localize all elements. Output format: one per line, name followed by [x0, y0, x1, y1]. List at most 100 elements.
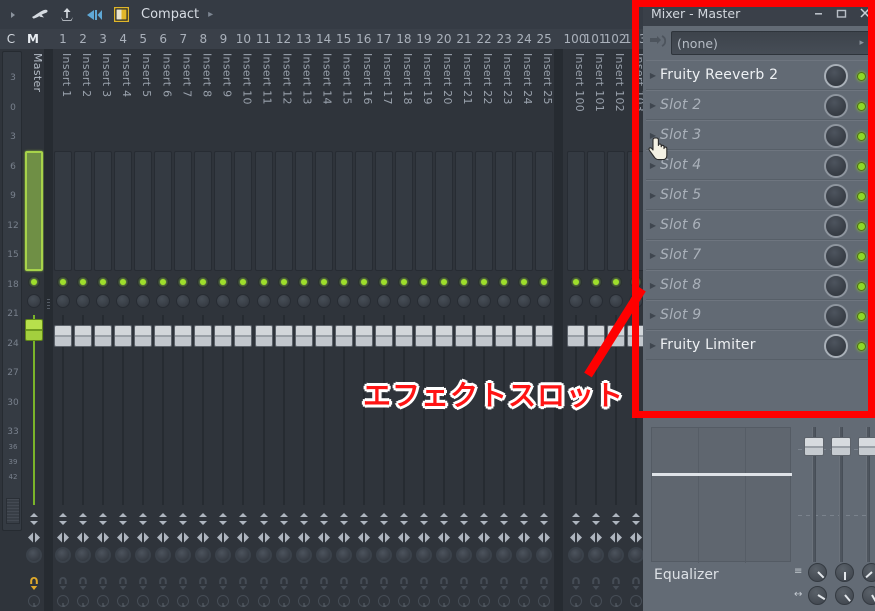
channel-fader-handle[interactable]	[434, 325, 453, 347]
channel-enable-led[interactable]	[570, 276, 582, 288]
mixer-channel[interactable]: Insert 14	[314, 51, 334, 611]
channel-updown-arrows-icon[interactable]	[358, 511, 370, 525]
channel-fader-handle[interactable]	[94, 325, 113, 347]
channel-fader-handle[interactable]	[54, 325, 72, 347]
channel-pan-arrows-icon[interactable]	[609, 529, 623, 543]
channel-updown-arrows-icon[interactable]	[278, 511, 290, 525]
channel-updown-arrows-icon[interactable]	[28, 511, 40, 525]
mixer-channel[interactable]: Insert 20	[434, 51, 454, 611]
channel-small-knob[interactable]	[589, 294, 604, 308]
mixer-channel[interactable]: Insert 2	[73, 51, 93, 611]
channel-route-arrow-icon[interactable]	[318, 576, 330, 590]
effect-slot-row[interactable]: ▶ Slot 6	[646, 210, 872, 240]
slot-enable-led[interactable]	[857, 192, 866, 201]
preset-select[interactable]: (none) ▸	[671, 31, 870, 55]
bird-icon[interactable]	[31, 6, 49, 24]
eq-bandwidth-knob[interactable]	[808, 586, 827, 605]
channel-phase-icon[interactable]	[590, 595, 603, 607]
channel-small-knob[interactable]	[216, 294, 231, 308]
channel-small-knob[interactable]	[609, 294, 624, 308]
channel-route-arrow-icon[interactable]	[518, 576, 530, 590]
channel-pan-knob[interactable]	[476, 547, 493, 563]
channel-small-knob[interactable]	[156, 294, 171, 308]
channel-pan-knob[interactable]	[335, 547, 352, 563]
channel-phase-icon[interactable]	[77, 595, 90, 607]
channel-pan-arrows-icon[interactable]	[176, 529, 190, 543]
channel-pan-arrows-icon[interactable]	[277, 529, 291, 543]
slot-expand-triangle-icon[interactable]: ▶	[646, 281, 660, 290]
channel-enable-led[interactable]	[217, 276, 230, 288]
channel-route-arrow-icon[interactable]	[217, 576, 229, 590]
channel-fader-handle[interactable]	[394, 325, 413, 347]
channel-route-arrow-icon[interactable]	[197, 576, 209, 590]
channel-small-knob[interactable]	[96, 294, 111, 308]
channel-updown-arrows-icon[interactable]	[117, 511, 129, 525]
channel-fader-handle[interactable]	[134, 325, 153, 347]
channel-small-knob[interactable]	[76, 294, 91, 308]
channel-phase-icon[interactable]	[417, 595, 430, 607]
channel-pan-knob[interactable]	[255, 547, 272, 563]
channel-enable-led[interactable]	[458, 276, 470, 288]
eq-frequency-knob[interactable]	[835, 563, 854, 582]
channel-fader-handle[interactable]	[567, 325, 585, 347]
channel-fader-handle[interactable]	[25, 319, 43, 341]
channel-updown-arrows-icon[interactable]	[478, 511, 490, 525]
channel-small-knob[interactable]	[356, 294, 371, 308]
channel-updown-arrows-icon[interactable]	[518, 511, 530, 525]
channel-pan-arrows-icon[interactable]	[116, 529, 130, 543]
channel-phase-icon[interactable]	[177, 595, 190, 607]
channel-small-knob[interactable]	[27, 294, 41, 308]
channel-phase-icon[interactable]	[570, 595, 582, 607]
slot-mix-knob[interactable]	[824, 124, 848, 148]
channel-enable-led[interactable]	[297, 276, 310, 288]
channel-route-arrow-icon[interactable]	[278, 576, 290, 590]
channel-updown-arrows-icon[interactable]	[77, 511, 89, 525]
channel-small-knob[interactable]	[56, 294, 70, 308]
channel-enable-led[interactable]	[117, 276, 130, 288]
channel-phase-icon[interactable]	[478, 595, 491, 607]
slot-mix-knob[interactable]	[824, 244, 848, 268]
channel-fader-handle[interactable]	[234, 325, 253, 347]
channel-enable-led[interactable]	[137, 276, 150, 288]
mixer-channel[interactable]: Insert 10	[233, 51, 253, 611]
channel-pan-knob[interactable]	[275, 547, 292, 563]
channel-pan-arrows-icon[interactable]	[457, 529, 471, 543]
channel-phase-icon[interactable]	[57, 595, 69, 607]
channel-route-arrow-icon[interactable]	[117, 576, 129, 590]
channel-pan-arrows-icon[interactable]	[517, 529, 531, 543]
channel-updown-arrows-icon[interactable]	[630, 511, 642, 525]
channel-small-knob[interactable]	[569, 294, 583, 308]
channel-phase-icon[interactable]	[137, 595, 150, 607]
slot-mix-knob[interactable]	[824, 214, 848, 238]
effect-slot-row[interactable]: ▶ Fruity Limiter	[646, 330, 872, 360]
channel-updown-arrows-icon[interactable]	[157, 511, 169, 525]
slot-expand-triangle-icon[interactable]: ▶	[646, 101, 660, 110]
channel-pan-knob[interactable]	[215, 547, 232, 563]
channel-small-knob[interactable]	[136, 294, 151, 308]
mixer-channel[interactable]: Insert 17	[374, 51, 394, 611]
slot-expand-triangle-icon[interactable]: ▶	[646, 341, 660, 350]
channel-updown-arrows-icon[interactable]	[338, 511, 350, 525]
eq-bandwidth-knob[interactable]	[862, 586, 875, 605]
channel-enable-led[interactable]	[97, 276, 110, 288]
channel-route-arrow-icon[interactable]	[358, 576, 370, 590]
channel-fader-handle[interactable]	[455, 325, 473, 347]
channel-pan-knob[interactable]	[315, 547, 332, 563]
channel-updown-arrows-icon[interactable]	[57, 511, 69, 525]
channel-pan-arrows-icon[interactable]	[156, 529, 170, 543]
channel-pan-knob[interactable]	[435, 547, 452, 563]
channel-route-arrow-icon[interactable]	[610, 576, 622, 590]
slot-expand-triangle-icon[interactable]: ▶	[646, 71, 660, 80]
channel-pan-knob[interactable]	[375, 547, 392, 563]
effect-slot-row[interactable]: ▶ Slot 2	[646, 90, 872, 120]
channel-phase-icon[interactable]	[297, 595, 310, 607]
channel-phase-icon[interactable]	[397, 595, 410, 607]
slot-enable-led[interactable]	[857, 342, 866, 351]
channel-enable-led[interactable]	[28, 276, 40, 288]
channel-phase-icon[interactable]	[277, 595, 290, 607]
channel-updown-arrows-icon[interactable]	[137, 511, 149, 525]
channel-pan-knob[interactable]	[608, 547, 625, 563]
slot-mix-knob[interactable]	[824, 154, 848, 178]
channel-pan-arrows-icon[interactable]	[589, 529, 603, 543]
minimize-icon[interactable]	[812, 7, 825, 20]
